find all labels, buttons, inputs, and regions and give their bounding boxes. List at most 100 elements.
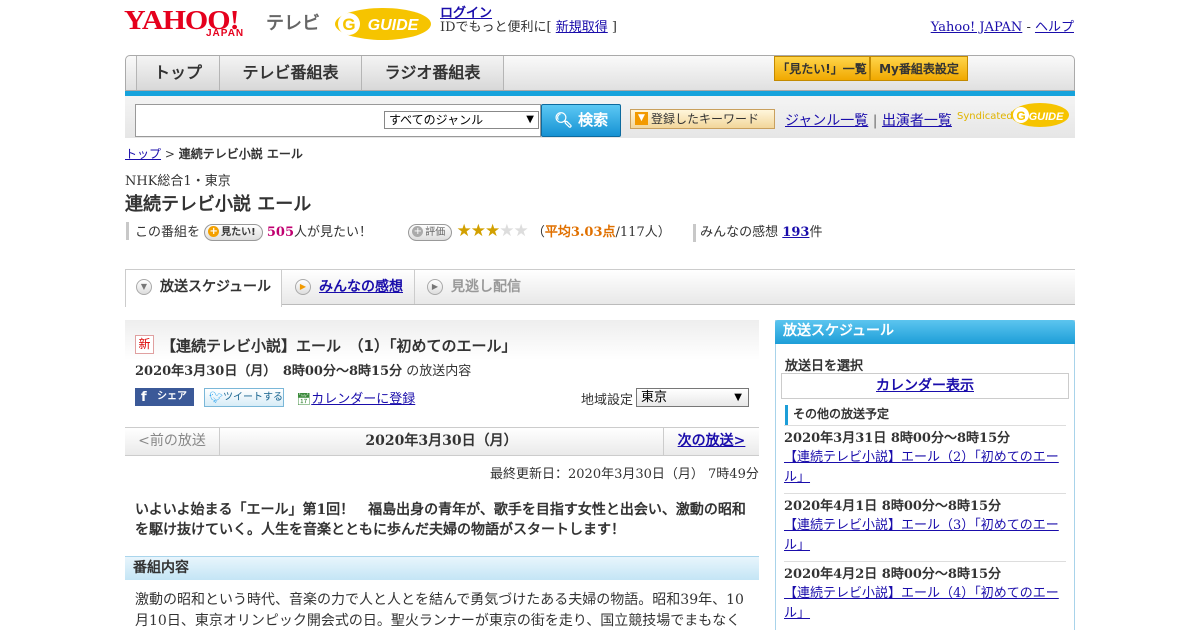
search-links: ジャンル一覧 | 出演者一覧 — [785, 110, 952, 130]
want-to-watch-label: 見たい! — [221, 227, 256, 238]
want-count: 505 — [266, 225, 294, 240]
nav-tab-top[interactable]: トップ — [136, 56, 220, 90]
average-rating: 平均3.03点 — [544, 225, 616, 240]
rating-count: /117人） — [615, 225, 671, 240]
breadcrumb-separator: > — [161, 147, 179, 161]
region-label: 地域設定 — [581, 393, 634, 408]
registered-keywords-button[interactable]: ▼ 登録したキーワード — [630, 109, 775, 129]
rate-button-label: 評価 — [425, 227, 446, 238]
syndicated-label: Syndicated — [957, 111, 1013, 122]
tab-schedule[interactable]: ▼ 放送スケジュール — [125, 270, 282, 307]
calendar-view-link[interactable]: カレンダー表示 — [876, 378, 974, 394]
broadcast-pager: <前の放送 2020年3月30日（月） 次の放送> — [125, 427, 759, 456]
help-link[interactable]: ヘルプ — [1035, 20, 1074, 35]
region-select-value: 東京 — [641, 390, 668, 405]
my-program-settings-button[interactable]: My番組表設定 — [870, 56, 968, 81]
rate-button[interactable]: + 評価 — [408, 224, 453, 241]
list-item: 2020年4月1日 8時00分～8時15分 【連続テレビ小説】エール（3）「初め… — [784, 493, 1066, 556]
genre-select[interactable]: すべてのジャンル ▼ — [384, 111, 539, 129]
play-arrow-icon: ▶ — [427, 279, 443, 295]
calendar-icon: 📅︎ — [296, 392, 312, 406]
facebook-share-button[interactable]: f シェア — [135, 388, 194, 406]
program-tabs: ▼ 放送スケジュール ▶ みんなの感想 ▶ 見逃し配信 — [125, 269, 1075, 307]
want-prefix: この番組を — [135, 225, 201, 240]
gguide-small-logo: G GUIDE — [1010, 101, 1070, 129]
link-divider: | — [872, 113, 878, 129]
dropdown-arrow-icon: ▼ — [734, 392, 742, 403]
dropdown-arrow-icon: ▼ — [526, 114, 534, 125]
broadcast-link[interactable]: 【連続テレビ小説】エール（4）「初めてのエール」 — [784, 584, 1066, 624]
avg-prefix: （ — [531, 225, 545, 240]
search-button[interactable]: 🔍︎ 検索 — [541, 104, 621, 137]
breadcrumb-current: 連続テレビ小説 エール — [178, 147, 303, 161]
episode-datetime-value: 2020年3月30日（月） 8時00分～8時15分 — [135, 364, 403, 379]
star-empty-icon: ★ — [513, 221, 528, 241]
divider — [126, 222, 129, 240]
episode-datetime-suffix: の放送内容 — [406, 364, 472, 379]
list-item: 2020年3月31日 8時00分～8時15分 【連続テレビ小説】エール（2）「初… — [784, 425, 1066, 488]
impressions-count-link[interactable]: 193 — [782, 225, 809, 240]
episode-datetime: 2020年3月30日（月） 8時00分～8時15分 の放送内容 — [135, 360, 471, 379]
search-icon: 🔍︎ — [553, 111, 573, 129]
yahoo-japan-link[interactable]: Yahoo! JAPAN — [931, 20, 1023, 35]
star-filled-icon: ★ — [456, 221, 471, 241]
pager-current-date: 2020年3月30日（月） — [365, 433, 518, 449]
tweet-label: ツイートする — [223, 392, 283, 403]
gguide-small-logo-text: GUIDE — [1029, 111, 1065, 123]
tab-impressions-link[interactable]: みんなの感想 — [319, 279, 403, 295]
impressions-label: みんなの感想 — [700, 225, 779, 240]
plus-icon: + — [412, 226, 424, 237]
play-arrow-icon: ▶ — [295, 279, 311, 295]
star-empty-icon: ★ — [499, 221, 514, 241]
tab-schedule-label: 放送スケジュール — [160, 279, 272, 295]
star-filled-icon: ★ — [470, 221, 486, 241]
broadcast-link[interactable]: 【連続テレビ小説】エール（3）「初めてのエール」 — [784, 516, 1066, 556]
broadcast-time: 2020年4月1日 8時00分～8時15分 — [784, 499, 1002, 514]
signup-suffix: ] — [607, 20, 617, 35]
registered-keywords-label: 登録したキーワード — [651, 112, 760, 126]
signup-link[interactable]: 新規取得 — [556, 20, 608, 35]
signup-prefix: IDでもっと便利に[ — [440, 20, 556, 35]
next-broadcast-link[interactable]: 次の放送> — [678, 433, 746, 449]
breadcrumb: トップ > 連続テレビ小説 エール — [125, 145, 303, 162]
calendar-register-link[interactable]: カレンダーに登録 — [311, 392, 415, 407]
list-item: 2020年4月2日 8時00分～8時15分 【連続テレビ小説】エール（4）「初め… — [784, 561, 1066, 624]
twitter-bird-icon: 🐦︎ — [209, 391, 223, 404]
nav-tab-tv-listings[interactable]: テレビ番組表 — [220, 56, 362, 90]
main-nav: トップ テレビ番組表 ラジオ番組表 「見たい!」一覧 My番組表設定 — [125, 55, 1075, 91]
tv-logo-text[interactable]: テレビ — [266, 9, 320, 35]
nav-tab-radio-listings[interactable]: ラジオ番組表 — [362, 56, 504, 90]
facebook-icon: f — [141, 390, 147, 405]
region-select[interactable]: 東京 ▼ — [636, 388, 749, 407]
plus-icon: + — [208, 226, 220, 237]
chevron-down-icon: ▼ — [136, 279, 152, 295]
impressions-suffix: 件 — [809, 225, 823, 240]
tab-impressions[interactable]: ▶ みんなの感想 — [285, 270, 415, 304]
gguide-logo[interactable]: G GUIDE — [333, 6, 433, 42]
tab-vod: ▶ 見逃し配信 — [417, 270, 547, 304]
want-to-watch-button[interactable]: + 見たい! — [204, 224, 263, 241]
breadcrumb-top-link[interactable]: トップ — [125, 147, 161, 161]
calendar-view-box: カレンダー表示 — [781, 373, 1069, 399]
page-title: 連続テレビ小説 エール — [125, 194, 312, 215]
header-links: Yahoo! JAPAN - ヘルプ — [931, 16, 1074, 35]
want-suffix: 人が見たい！ — [294, 225, 373, 240]
tweet-button[interactable]: 🐦︎ ツイートする — [204, 388, 284, 407]
select-date-label: 放送日を選択 — [785, 359, 864, 374]
divider — [693, 223, 696, 242]
svg-text:G: G — [1016, 109, 1025, 123]
program-description: 激動の昭和という時代、音楽の力で人と人とを結んで勇気づけたある夫婦の物語。昭和3… — [135, 592, 744, 629]
calendar-register: 📅︎カレンダーに登録 — [296, 388, 415, 407]
want-to-watch-list-button[interactable]: 「見たい!」一覧 — [774, 56, 870, 81]
broadcast-link[interactable]: 【連続テレビ小説】エール（2）「初めてのエール」 — [784, 448, 1066, 488]
tab-vod-label: 見逃し配信 — [451, 279, 521, 295]
last-updated: 最終更新日：2020年3月30日（月） 7時49分 — [490, 467, 759, 482]
new-badge: 新 — [135, 335, 154, 354]
gguide-logo-text: GUIDE — [368, 17, 420, 34]
performer-list-link[interactable]: 出演者一覧 — [882, 113, 952, 129]
genre-list-link[interactable]: ジャンル一覧 — [785, 113, 868, 129]
broadcast-time: 2020年3月31日 8時00分～8時15分 — [784, 431, 1011, 446]
sidebar-heading: 放送スケジュール — [775, 320, 1075, 344]
svg-text:G: G — [342, 15, 355, 34]
facebook-share-label: シェア — [157, 391, 187, 402]
